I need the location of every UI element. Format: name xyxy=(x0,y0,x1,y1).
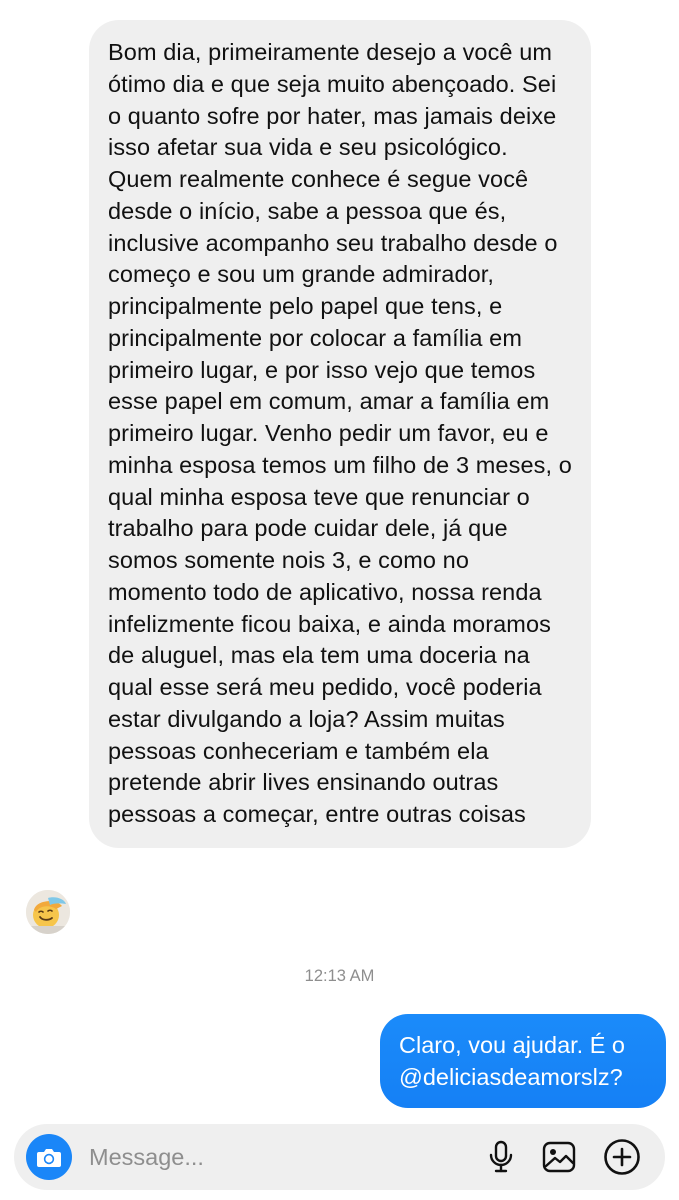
message-composer xyxy=(14,1124,665,1190)
message-input[interactable] xyxy=(89,1138,469,1176)
message-thread: Bom dia, primeiramente desejo a você um … xyxy=(0,0,679,1110)
sender-avatar[interactable] xyxy=(26,890,70,934)
avatar-image xyxy=(26,890,70,934)
plus-circle-icon xyxy=(604,1139,640,1175)
microphone-button[interactable] xyxy=(480,1136,522,1178)
message-timestamp: 12:13 AM xyxy=(304,967,375,985)
add-button[interactable] xyxy=(601,1136,643,1178)
outgoing-message-bubble[interactable]: Claro, vou ajudar. É o @deliciasdeamorsl… xyxy=(380,1014,666,1108)
microphone-icon xyxy=(489,1140,513,1173)
gallery-button[interactable] xyxy=(538,1136,580,1178)
incoming-message-bubble[interactable]: Bom dia, primeiramente desejo a você um … xyxy=(89,20,591,848)
image-icon xyxy=(542,1141,576,1173)
camera-button[interactable] xyxy=(26,1134,72,1180)
camera-icon xyxy=(37,1149,61,1167)
